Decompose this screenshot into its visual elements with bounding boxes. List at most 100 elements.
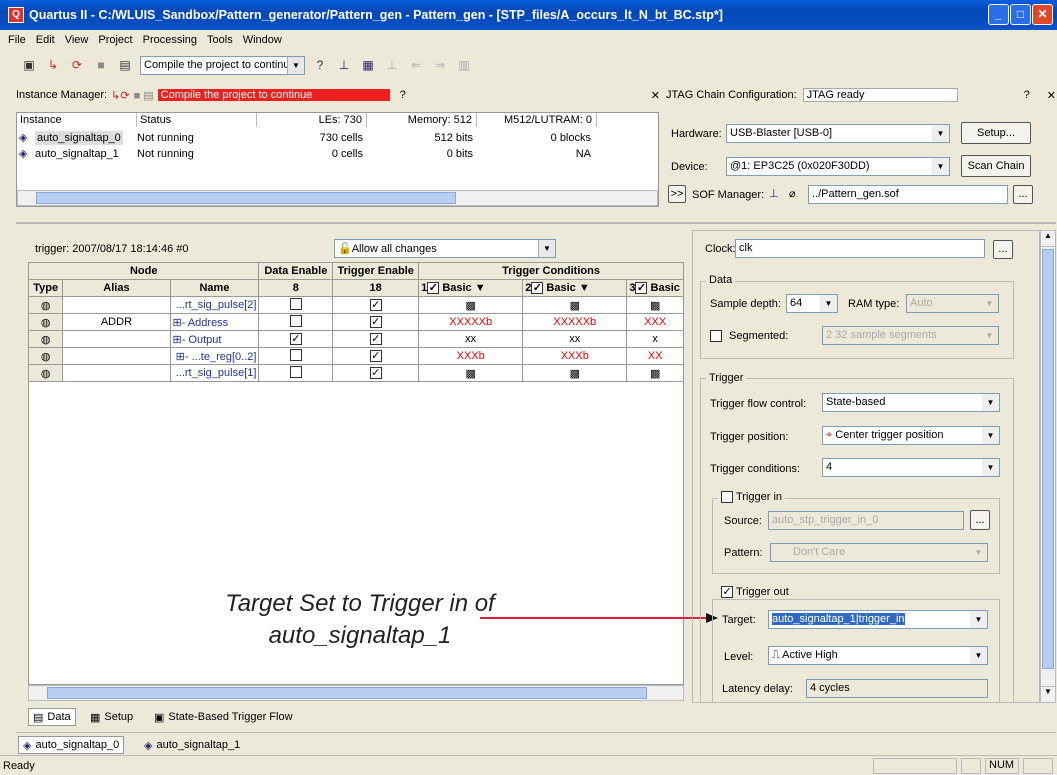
condition-2-value[interactable]: XXXXXb (522, 313, 628, 331)
condition-3-value[interactable]: ▩ (626, 296, 684, 314)
trigger-enable-cell[interactable]: ✓ (332, 347, 420, 365)
hardware-dropdown[interactable]: USB-Blaster [USB-0] ▼ (726, 124, 950, 143)
menu-window[interactable]: Window (238, 34, 287, 46)
condition-3-checkbox[interactable]: ✓ (635, 282, 648, 294)
source-browse-button[interactable]: ... (970, 510, 990, 530)
menu-project[interactable]: Project (93, 34, 137, 46)
condition-3-value[interactable]: x (626, 330, 684, 348)
condition-2-header[interactable]: 2✓ Basic ▼ (522, 279, 628, 297)
table-row[interactable]: ◍ ADDR ⊞- Address ✓ XXXXXb XXXXXb XXX (27, 313, 684, 331)
condition-3-type[interactable]: Basic (651, 282, 680, 294)
table-row[interactable]: ◈ auto_signaltap_0 Not running 730 cells… (19, 131, 659, 145)
condition-1-value[interactable]: ▩ (418, 364, 524, 382)
scroll-down-button[interactable]: ▼ (1041, 686, 1055, 702)
sof-file-field[interactable]: ../Pattern_gen.sof (808, 185, 1008, 204)
close-button[interactable]: ✕ (1032, 4, 1053, 25)
condition-2-checkbox[interactable]: ✓ (531, 282, 544, 294)
sample-depth-dropdown[interactable]: 64 ▼ (786, 294, 838, 313)
maximize-button[interactable]: □ (1010, 4, 1031, 25)
compile-status-dropdown[interactable]: Compile the project to continue ▼ (140, 55, 305, 75)
segmented-checkbox[interactable] (710, 330, 722, 342)
condition-1-header[interactable]: 1✓ Basic ▼ (418, 279, 524, 297)
scan-chain-button[interactable]: Scan Chain (961, 155, 1031, 177)
tab-data[interactable]: ▤ Data (28, 708, 76, 726)
table-row[interactable]: ◍ ⊞- ...te_reg[0..2] ✓ XXXb XXXb XX (27, 347, 684, 365)
condition-1-value[interactable]: ▩ (418, 296, 524, 314)
alias-cell[interactable] (62, 330, 171, 348)
data-enable-cell[interactable]: ✓ (258, 330, 334, 348)
data-enable-cell[interactable] (258, 313, 334, 331)
clock-field[interactable]: clk (735, 239, 985, 258)
scroll-up-button[interactable]: ▲ (1041, 231, 1055, 247)
device-dropdown[interactable]: @1: EP3C25 (0x020F30DD) ▼ (726, 157, 950, 176)
step-icon[interactable]: ⊥ (383, 56, 401, 74)
segments-dropdown[interactable]: 2 32 sample segments ▼ (822, 326, 999, 345)
data-enable-checkbox[interactable]: ✓ (289, 333, 302, 345)
scroll-thumb[interactable] (47, 687, 647, 699)
alias-cell[interactable] (62, 364, 171, 382)
help-icon[interactable]: ? (400, 89, 406, 101)
run-icon[interactable]: ↳⟳ (111, 89, 129, 102)
allow-changes-dropdown[interactable]: 🔓 Allow all changes ▼ (334, 239, 556, 258)
help-icon[interactable]: ? (1024, 89, 1030, 101)
trigger-enable-checkbox[interactable]: ✓ (369, 367, 382, 379)
ram-type-dropdown[interactable]: Auto ▼ (906, 294, 999, 313)
menu-edit[interactable]: Edit (31, 34, 60, 46)
horizontal-scrollbar[interactable] (17, 190, 658, 206)
table-row[interactable]: ◍ ...rt_sig_pulse[2] ✓ ▩ ▩ ▩ (27, 296, 684, 314)
condition-3-value[interactable]: XXX (626, 313, 684, 331)
node-name[interactable]: ⊞- ...te_reg[0..2] (169, 347, 260, 365)
condition-2-value[interactable]: XXXb (522, 347, 628, 365)
close-panel-icon[interactable]: ✕ (651, 89, 660, 102)
table-row[interactable]: ◍ ...rt_sig_pulse[1] ✓ ▩ ▩ ▩ (27, 364, 684, 382)
alias-cell[interactable]: ADDR (62, 313, 171, 331)
menu-tools[interactable]: Tools (202, 34, 238, 46)
run-analysis-icon[interactable]: ↳ (44, 56, 62, 74)
trigger-in-checkbox[interactable] (721, 491, 733, 503)
data-enable-cell[interactable] (258, 364, 334, 382)
close-panel-icon[interactable]: ✕ (1047, 89, 1056, 102)
read-data-icon[interactable]: ▤ (116, 56, 134, 74)
export-icon[interactable]: ▦ (359, 56, 377, 74)
help-icon[interactable]: ? (311, 56, 329, 74)
menu-view[interactable]: View (60, 34, 94, 46)
trigger-enable-checkbox[interactable]: ✓ (369, 350, 382, 362)
condition-2-value[interactable]: xx (522, 330, 628, 348)
trigger-enable-cell[interactable]: ✓ (332, 364, 420, 382)
node-name[interactable]: ...rt_sig_pulse[2] (169, 296, 260, 314)
condition-2-value[interactable]: ▩ (522, 364, 628, 382)
sof-browse-button[interactable]: ... (1013, 185, 1033, 204)
stop-icon[interactable]: ■ (92, 56, 110, 74)
trigger-position-dropdown[interactable]: ⌖ Center trigger position ▼ (822, 426, 1000, 445)
trigger-enable-cell[interactable]: ✓ (332, 313, 420, 331)
trigger-enable-checkbox[interactable]: ✓ (369, 333, 382, 345)
alias-cell[interactable] (62, 347, 171, 365)
trigger-out-checkbox[interactable]: ✓ (721, 586, 733, 598)
node-name[interactable]: ...rt_sig_pulse[1] (169, 364, 260, 382)
node-name[interactable]: ⊞- Address (169, 313, 260, 331)
alias-cell[interactable] (62, 296, 171, 314)
condition-1-type[interactable]: Basic (442, 282, 471, 294)
instance-icon[interactable]: ▣ (20, 56, 38, 74)
trigger-flow-dropdown[interactable]: State-based ▼ (822, 393, 1000, 412)
condition-1-value[interactable]: XXXb (418, 347, 524, 365)
stop-icon[interactable]: ■ ▤ (134, 89, 154, 102)
clock-browse-button[interactable]: ... (993, 240, 1013, 259)
data-enable-checkbox[interactable] (289, 297, 302, 310)
condition-3-header[interactable]: 3✓ Basic (626, 279, 684, 297)
condition-3-value[interactable]: XX (626, 347, 684, 365)
grid-horizontal-scrollbar[interactable] (28, 685, 684, 701)
table-row[interactable]: ◍ ⊞- Output ✓ ✓ xx xx x (27, 330, 684, 348)
data-enable-checkbox[interactable] (289, 348, 302, 361)
trigger-enable-cell[interactable]: ✓ (332, 296, 420, 314)
condition-1-value[interactable]: xx (418, 330, 524, 348)
trigger-enable-checkbox[interactable]: ✓ (369, 316, 382, 328)
latency-field[interactable]: 4 cycles (806, 679, 988, 698)
level-dropdown[interactable]: ⎍ Active High ▼ (768, 646, 988, 665)
trigger-enable-checkbox[interactable]: ✓ (369, 299, 382, 311)
program-device-icon[interactable]: ⊥ (769, 187, 779, 200)
program-device-icon[interactable]: ⊥ (335, 56, 353, 74)
table-row[interactable]: ◈ auto_signaltap_1 Not running 0 cells 0… (19, 147, 659, 161)
previous-icon[interactable]: ⇐ (407, 56, 425, 74)
minimize-button[interactable]: _ (988, 4, 1009, 25)
